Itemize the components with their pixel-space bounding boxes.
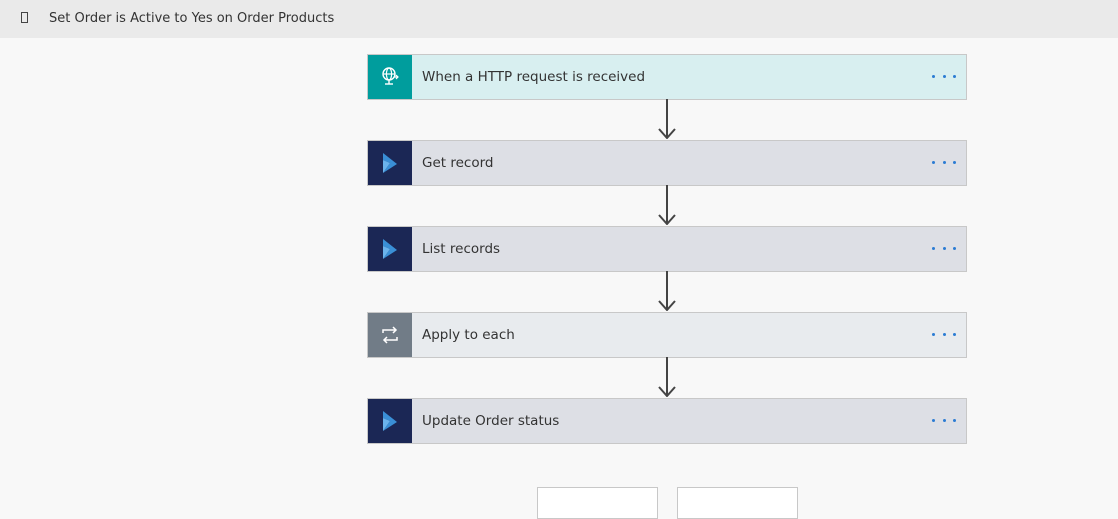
connector-arrow	[658, 271, 676, 311]
more-options-icon[interactable]	[932, 152, 956, 172]
step-label: Get record	[422, 155, 494, 171]
step-label: Update Order status	[422, 413, 560, 429]
step-get-record[interactable]: Get record	[367, 140, 967, 186]
document-icon	[21, 12, 28, 23]
step-label: Apply to each	[422, 327, 515, 343]
step-apply-to-each[interactable]: Apply to each	[367, 312, 967, 358]
more-options-icon[interactable]	[932, 66, 956, 86]
flow-title: Set Order is Active to Yes on Order Prod…	[49, 11, 335, 26]
step-update-order-status[interactable]: Update Order status	[367, 398, 967, 444]
step-list-records[interactable]: List records	[367, 226, 967, 272]
dynamics-icon	[368, 227, 412, 271]
loop-icon	[368, 313, 412, 357]
dynamics-icon	[368, 399, 412, 443]
flow-header: Set Order is Active to Yes on Order Prod…	[0, 0, 1118, 38]
more-options-icon[interactable]	[932, 324, 956, 344]
http-request-icon	[368, 55, 412, 99]
new-step-button[interactable]	[537, 487, 658, 519]
dynamics-icon	[368, 141, 412, 185]
step-label: When a HTTP request is received	[422, 69, 646, 85]
save-button[interactable]	[677, 487, 798, 519]
more-options-icon[interactable]	[932, 410, 956, 430]
connector-arrow	[658, 99, 676, 139]
step-http-request[interactable]: When a HTTP request is received	[367, 54, 967, 100]
flow-canvas: When a HTTP request is received Get reco…	[0, 38, 1118, 490]
more-options-icon[interactable]	[932, 238, 956, 258]
connector-arrow	[658, 185, 676, 225]
connector-arrow	[658, 357, 676, 397]
step-label: List records	[422, 241, 501, 257]
